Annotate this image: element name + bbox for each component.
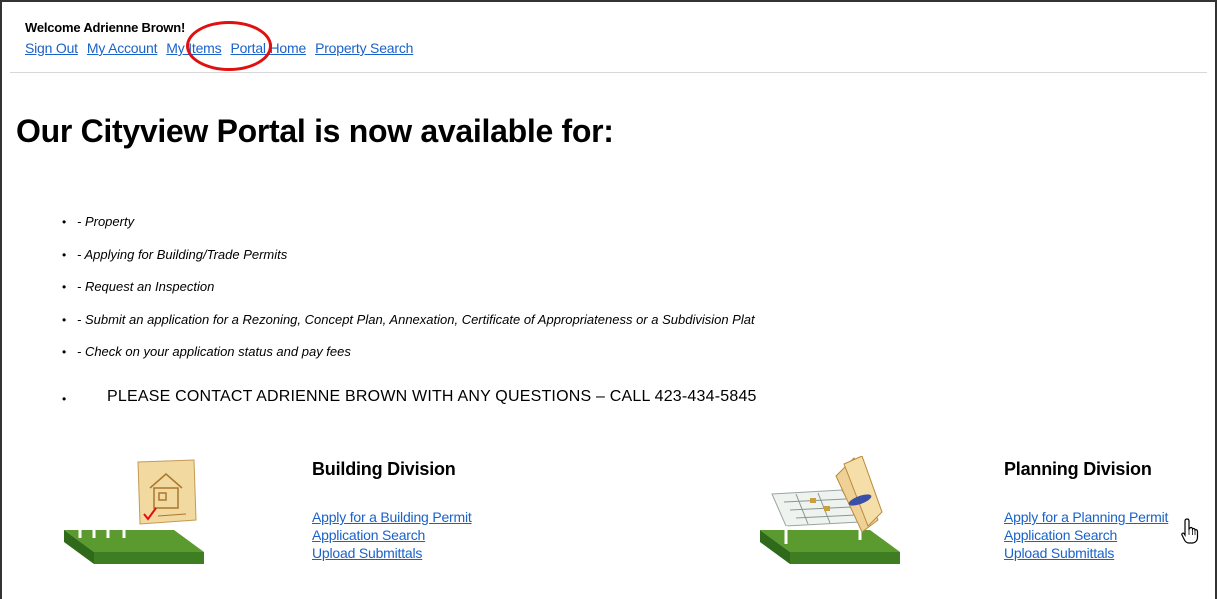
contact-bullet: • (62, 392, 67, 406)
hand-cursor-icon (1181, 518, 1199, 544)
feature-item: - Request an Inspection (62, 278, 755, 311)
feature-item: - Property (62, 213, 755, 246)
nav-property-search[interactable]: Property Search (315, 40, 413, 56)
highlight-circle (186, 21, 272, 71)
house-blueprint-icon (64, 459, 204, 564)
header-divider (10, 72, 1207, 73)
apply-building-permit-link[interactable]: Apply for a Building Permit (312, 508, 472, 526)
feature-item: - Applying for Building/Trade Permits (62, 246, 755, 279)
feature-item: - Check on your application status and p… (62, 343, 755, 376)
apply-planning-permit-link[interactable]: Apply for a Planning Permit (1004, 508, 1168, 526)
nav-my-account[interactable]: My Account (87, 40, 158, 56)
contact-notice: PLEASE CONTACT ADRIENNE BROWN WITH ANY Q… (107, 388, 757, 405)
feature-item: - Submit an application for a Rezoning, … (62, 311, 755, 344)
page-headline: Our Cityview Portal is now available for… (16, 113, 614, 149)
building-links: Apply for a Building Permit Application … (312, 508, 472, 562)
building-upload-submittals-link[interactable]: Upload Submittals (312, 544, 472, 562)
building-application-search-link[interactable]: Application Search (312, 526, 472, 544)
nav-sign-out[interactable]: Sign Out (25, 40, 78, 56)
grass-platform-front (790, 552, 900, 564)
planning-application-search-link[interactable]: Application Search (1004, 526, 1168, 544)
grass-platform-front (94, 552, 204, 564)
planning-division-title: Planning Division (1004, 459, 1152, 479)
building-division-title: Building Division (312, 459, 456, 479)
feature-list: - Property - Applying for Building/Trade… (62, 213, 755, 376)
house-outline (73, 478, 131, 538)
welcome-message: Welcome Adrienne Brown! (25, 20, 186, 35)
planning-blueprint-icon (760, 456, 900, 564)
blueprint-sheet (137, 459, 197, 525)
planning-upload-submittals-link[interactable]: Upload Submittals (1004, 544, 1168, 562)
header: Welcome Adrienne Brown! (25, 20, 185, 35)
planning-links: Apply for a Planning Permit Application … (1004, 508, 1168, 562)
